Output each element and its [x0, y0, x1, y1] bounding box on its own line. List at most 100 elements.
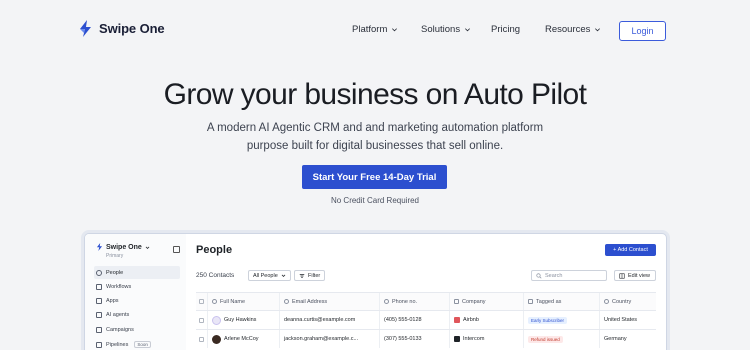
hero-subtitle: A modern AI Agentic CRM and and marketin… — [0, 119, 750, 155]
edit-view-label: Edit view — [628, 272, 651, 279]
phone-icon — [384, 299, 389, 304]
nav-solutions[interactable]: Solutions — [421, 24, 491, 35]
company-cell: Airbnb — [450, 311, 524, 329]
contact-email: deanna.curtis@example.com — [284, 317, 356, 323]
sidebar-item-label: Campaigns — [106, 326, 134, 333]
sidebar-item-label: Pipelines — [106, 341, 129, 348]
nav-links: Platform Solutions Pricing Resources — [352, 24, 605, 35]
nav-platform[interactable]: Platform — [352, 24, 421, 35]
contact-country: Germany — [604, 336, 627, 342]
contact-phone: (307) 555-0133 — [384, 336, 422, 342]
sidebar-item-apps[interactable]: Apps — [94, 294, 180, 307]
contact-name: Guy Hawkins — [224, 317, 257, 323]
table-row[interactable]: Guy Hawkins deanna.curtis@example.com (4… — [196, 310, 656, 329]
edit-view-button[interactable]: Edit view — [614, 270, 656, 281]
nav-platform-label: Platform — [352, 24, 388, 35]
table-row[interactable]: Arlene McCoy jackson.graham@example.c...… — [196, 329, 656, 348]
row-select-cell[interactable] — [196, 330, 208, 348]
contact-company: Airbnb — [463, 317, 479, 323]
start-trial-button[interactable]: Start Your Free 14-Day Trial — [302, 165, 447, 189]
column-header[interactable]: Full Name — [208, 293, 280, 310]
building-icon — [454, 299, 459, 304]
tag-icon — [528, 299, 533, 304]
workspace-name: Swipe One — [106, 243, 142, 251]
nav-resources[interactable]: Resources — [545, 24, 605, 35]
column-header[interactable]: Phone no. — [380, 293, 450, 310]
company-cell: Intercom — [450, 330, 524, 348]
select-all-cell[interactable] — [196, 293, 208, 310]
tag-cell: Refund issued — [524, 330, 600, 348]
workspace-switcher[interactable]: Swipe One — [96, 243, 150, 251]
name-cell[interactable]: Arlene McCoy — [208, 330, 280, 348]
sidebar-collapse-icon[interactable] — [173, 246, 180, 253]
avatar — [212, 315, 221, 325]
swipe-one-logo-icon — [96, 243, 103, 251]
chevron-down-icon — [145, 246, 150, 249]
swipe-one-logo-icon — [80, 20, 91, 37]
login-button[interactable]: Login — [619, 21, 666, 41]
column-header-label: Phone no. — [392, 298, 418, 305]
add-contact-button[interactable]: + Add Contact — [605, 244, 656, 256]
contact-country: United States — [604, 317, 638, 323]
nav-resources-label: Resources — [545, 24, 591, 35]
chevron-down-icon — [465, 28, 471, 32]
all-people-label: All People — [253, 272, 278, 279]
name-cell[interactable]: Guy Hawkins — [208, 311, 280, 329]
workflow-icon — [96, 283, 102, 290]
airbnb-logo-icon — [454, 317, 460, 323]
row-select-cell[interactable] — [196, 311, 208, 329]
at-icon — [284, 299, 289, 304]
app-preview: Swipe One Primary People Workflows Apps … — [84, 233, 667, 350]
chevron-down-icon — [392, 28, 398, 32]
contact-name: Arlene McCoy — [224, 336, 259, 342]
column-header-label: Email Address — [292, 298, 328, 305]
row-checkbox[interactable] — [199, 317, 204, 323]
email-cell: deanna.curtis@example.com — [280, 311, 380, 329]
workspace-sub: Primary — [106, 253, 124, 259]
row-checkbox[interactable] — [199, 336, 204, 342]
all-people-dropdown[interactable]: All People — [248, 270, 291, 281]
brand-logo[interactable]: Swipe One — [78, 20, 165, 37]
status-badge: Refund issued — [528, 335, 563, 343]
column-header[interactable]: Country — [600, 293, 656, 310]
phone-cell: (405) 555-0128 — [380, 311, 450, 329]
nav-pricing[interactable]: Pricing — [491, 24, 545, 35]
column-header-label: Country — [612, 298, 632, 305]
status-badge: Early Subscriber — [528, 316, 568, 324]
column-header[interactable]: Tagged as — [524, 293, 600, 310]
chevron-down-icon — [595, 28, 601, 32]
people-panel: People + Add Contact 250 Contacts All Pe… — [186, 234, 666, 350]
chevron-down-icon — [281, 274, 286, 277]
search-input[interactable]: Search — [531, 270, 607, 281]
filter-button[interactable]: Filter — [294, 270, 326, 281]
sidebar-item-workflows[interactable]: Workflows — [94, 280, 180, 293]
contact-phone: (405) 555-0128 — [384, 317, 422, 323]
search-icon — [536, 272, 542, 278]
hero-subtitle-line-2: purpose built for digital businesses tha… — [246, 140, 504, 152]
column-header[interactable]: Email Address — [280, 293, 380, 310]
soon-badge: Soon — [134, 341, 151, 348]
sidebar-item-campaigns[interactable]: Campaigns — [94, 323, 180, 336]
sidebar-item-ai-agents[interactable]: AI agents — [94, 308, 180, 321]
column-header-label: Full Name — [220, 298, 246, 305]
select-all-checkbox[interactable] — [199, 299, 204, 304]
hero-title: Grow your business on Auto Pilot — [163, 78, 587, 111]
nav-pricing-label: Pricing — [491, 24, 521, 35]
sidebar-item-label: Apps — [106, 297, 119, 304]
person-icon — [212, 299, 217, 304]
columns-icon — [619, 272, 625, 279]
intercom-logo-icon — [454, 336, 460, 342]
column-header[interactable]: Company — [450, 293, 524, 310]
no-credit-card-note: No Credit Card Required — [330, 196, 420, 205]
sidebar-item-pipelines[interactable]: Pipelines Soon — [94, 338, 180, 350]
table-header-row: Full Name Email Address Phone no. Compan… — [196, 292, 656, 310]
ai-agent-icon — [96, 311, 102, 318]
country-cell: Germany — [600, 330, 656, 348]
filter-icon — [299, 273, 305, 278]
contacts-table: Full Name Email Address Phone no. Compan… — [196, 292, 656, 348]
hero-subtitle-line-1: A modern AI Agentic CRM and and marketin… — [206, 122, 544, 134]
sidebar-item-label: Workflows — [106, 283, 132, 290]
sidebar-item-people[interactable]: People — [94, 266, 180, 279]
column-header-label: Tagged as — [536, 298, 562, 305]
tag-cell: Early Subscriber — [524, 311, 600, 329]
